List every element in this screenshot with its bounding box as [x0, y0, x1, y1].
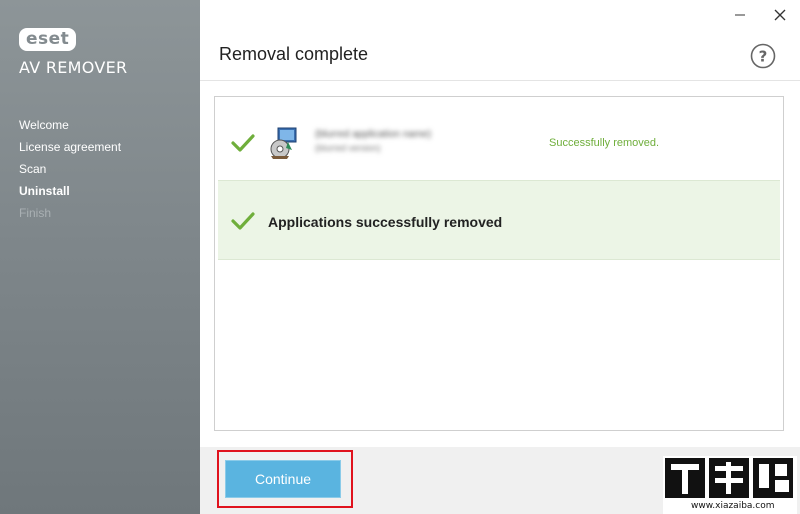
site-watermark: www.xiazaiba.com — [663, 456, 797, 514]
watermark-url: www.xiazaiba.com — [691, 501, 775, 511]
summary-row: Applications successfully removed — [218, 180, 780, 260]
minimize-icon — [735, 14, 745, 16]
continue-button[interactable]: Continue — [225, 460, 341, 498]
results-panel: (blurred application name) (blurred vers… — [214, 96, 784, 431]
svg-text:?: ? — [759, 48, 768, 66]
step-scan: Scan — [19, 162, 47, 176]
app-name: (blurred application name) — [315, 129, 432, 140]
window-controls — [720, 0, 800, 30]
close-button[interactable] — [760, 0, 800, 30]
removed-app-row: (blurred application name) (blurred vers… — [218, 101, 780, 179]
step-welcome: Welcome — [19, 118, 69, 132]
product-name: AV REMOVER — [19, 58, 128, 77]
check-icon — [231, 134, 255, 152]
step-uninstall: Uninstall — [19, 184, 70, 198]
step-finish: Finish — [19, 206, 52, 220]
main-content: Removal complete ? (blurred application … — [200, 0, 800, 514]
watermark-logo-icon — [665, 458, 793, 498]
summary-text: Applications successfully removed — [268, 214, 503, 230]
wizard-steps: Welcome License agreement Scan Uninstall… — [19, 118, 121, 228]
sidebar: eset AV REMOVER Welcome License agreemen… — [0, 0, 200, 514]
close-icon — [774, 9, 786, 21]
page-title: Removal complete — [219, 44, 369, 64]
removal-status: Successfully removed. — [549, 137, 660, 149]
minimize-button[interactable] — [720, 0, 760, 30]
eset-logo-text: eset — [19, 28, 77, 51]
check-icon — [231, 212, 255, 230]
help-icon[interactable]: ? — [750, 43, 776, 69]
eset-logo: eset — [19, 28, 77, 51]
app-version: (blurred version) — [315, 143, 381, 153]
title-divider — [200, 80, 800, 81]
step-license-agreement: License agreement — [19, 140, 122, 154]
installer-package-icon — [270, 127, 297, 159]
